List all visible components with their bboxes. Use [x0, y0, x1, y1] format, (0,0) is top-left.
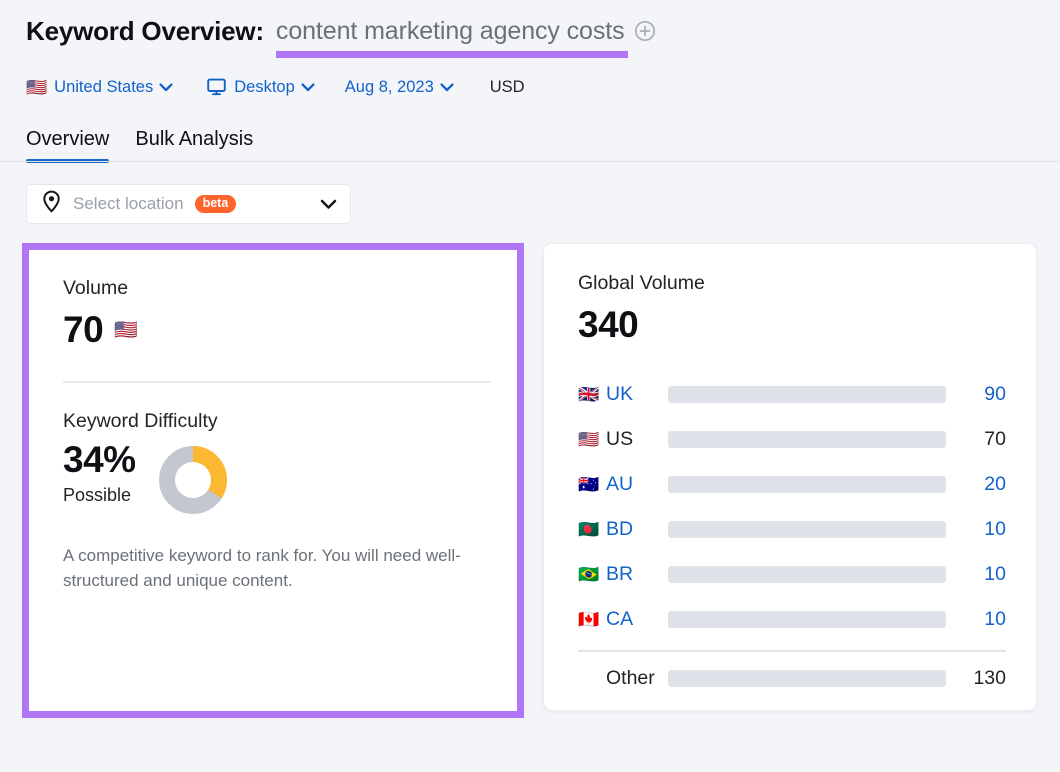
country-selector[interactable]: 🇺🇸 United States	[26, 78, 173, 97]
country-flag-icon: 🇧🇩	[578, 520, 600, 539]
tab-bulk-analysis[interactable]: Bulk Analysis	[135, 128, 253, 162]
monitor-icon	[207, 78, 226, 96]
volume-label: Volume	[63, 277, 129, 299]
table-row: 🇬🇧 UK 90	[578, 372, 1006, 417]
chevron-down-icon	[440, 78, 454, 97]
device-label: Desktop	[234, 77, 295, 96]
us-flag-icon: 🇺🇸	[26, 77, 48, 97]
chevron-down-icon	[301, 78, 315, 97]
volume-bar-track	[668, 386, 946, 403]
keyword-difficulty-row: 34% Possible	[63, 439, 491, 520]
country-label: United States	[54, 77, 154, 96]
page-header: Keyword Overview: content marketing agen…	[0, 0, 1060, 104]
keyword-difficulty-label: Keyword Difficulty	[63, 410, 218, 432]
date-label: Aug 8, 2023	[344, 77, 434, 96]
keyword-difficulty-description: A competitive keyword to rank for. You w…	[63, 546, 461, 590]
volume-bar-track	[668, 611, 946, 628]
location-placeholder: Select location	[73, 194, 184, 213]
page-title: Keyword Overview:	[26, 15, 264, 46]
country-volume-value[interactable]: 10	[956, 563, 1006, 586]
location-row: Select location beta	[0, 162, 1060, 224]
us-flag-icon: 🇺🇸	[114, 320, 138, 341]
keyword-difficulty-value: 34%	[63, 439, 136, 480]
volume-bar-track	[668, 431, 946, 448]
keyword-wrapper: content marketing agency costs	[275, 16, 656, 58]
country-code-link[interactable]: AU	[606, 473, 668, 496]
keyword-difficulty-block: Keyword Difficulty 34% Possible A compet…	[63, 410, 491, 593]
table-row: 🇨🇦 CA 10	[578, 597, 1006, 642]
country-code-link[interactable]: UK	[606, 383, 668, 406]
keyword-text: content marketing agency costs	[275, 16, 625, 45]
country-flag-icon: 🇬🇧	[578, 385, 600, 404]
keyword-difficulty-donut-chart	[158, 445, 228, 520]
global-volume-total: 340	[578, 304, 639, 345]
volume-bar-track	[668, 476, 946, 493]
country-volume-value: 70	[984, 428, 1006, 450]
country-flag-icon: 🇦🇺	[578, 475, 600, 494]
country-flag-icon: 🇨🇦	[578, 610, 600, 629]
title-row: Keyword Overview: content marketing agen…	[26, 0, 1060, 58]
keyword-difficulty-text: 34% Possible	[63, 439, 136, 506]
device-selector[interactable]: Desktop	[207, 78, 315, 97]
beta-badge: beta	[194, 194, 237, 214]
tab-overview[interactable]: Overview	[26, 128, 110, 163]
table-row: 🇧🇷 BR 10	[578, 552, 1006, 597]
table-row: 🇺🇸 US 70	[578, 417, 1006, 462]
chevron-down-icon	[159, 78, 173, 97]
country-volume-value[interactable]: 90	[956, 383, 1006, 406]
tab-bar-divider	[0, 161, 1060, 162]
table-row-other: Other 130	[578, 656, 1006, 701]
other-value: 130	[973, 667, 1006, 689]
keyword-difficulty-status: Possible	[63, 484, 132, 505]
cards-container: Volume 70 🇺🇸 Keyword Difficulty 34% Poss…	[0, 224, 1060, 718]
volume-bar-track	[668, 566, 946, 583]
currency-label: USD	[489, 77, 525, 96]
other-row-divider	[578, 650, 1006, 652]
country-volume-value[interactable]: 20	[956, 473, 1006, 496]
global-volume-label: Global Volume	[578, 272, 705, 294]
chevron-down-icon	[302, 199, 337, 210]
country-code-link[interactable]: BR	[606, 563, 668, 586]
other-bar-track	[668, 670, 946, 687]
country-code-link: US	[606, 428, 634, 450]
plus-circle-icon[interactable]	[634, 20, 656, 42]
global-volume-card: Global Volume 340 🇬🇧 UK 90 🇺🇸 US 70 🇦🇺 AU 20 🇧🇩 BD…	[543, 243, 1037, 711]
volume-value-row: 70 🇺🇸	[63, 309, 491, 351]
card-divider	[63, 381, 491, 383]
table-row: 🇧🇩 BD 10	[578, 507, 1006, 552]
country-volume-value[interactable]: 10	[956, 518, 1006, 541]
tab-bar: Overview Bulk Analysis	[0, 122, 1060, 163]
country-flag-icon: 🇧🇷	[578, 565, 600, 584]
volume-value: 70	[63, 309, 104, 350]
country-volume-value[interactable]: 10	[956, 608, 1006, 631]
country-flag-icon: 🇺🇸	[578, 430, 600, 449]
location-select[interactable]: Select location beta	[26, 184, 351, 224]
tabs: Overview Bulk Analysis	[26, 122, 1060, 163]
keyword-highlight-underline	[275, 50, 628, 58]
volume-card-highlight: Volume 70 🇺🇸 Keyword Difficulty 34% Poss…	[22, 243, 524, 718]
country-volume-list: 🇬🇧 UK 90 🇺🇸 US 70 🇦🇺 AU 20 🇧🇩 BD 10 🇧🇷 BR 10 🇨🇦 CA 10	[578, 372, 1006, 642]
country-code-link[interactable]: CA	[606, 608, 668, 631]
date-selector[interactable]: Aug 8, 2023	[345, 78, 454, 97]
table-row: 🇦🇺 AU 20	[578, 462, 1006, 507]
header-meta-row: 🇺🇸 United States Desktop Aug 8, 2023 USD	[26, 70, 1060, 104]
volume-card: Volume 70 🇺🇸 Keyword Difficulty 34% Poss…	[29, 250, 517, 711]
other-label: Other	[606, 667, 655, 689]
map-pin-icon	[41, 190, 62, 218]
volume-bar-track	[668, 521, 946, 538]
country-code-link[interactable]: BD	[606, 518, 668, 541]
